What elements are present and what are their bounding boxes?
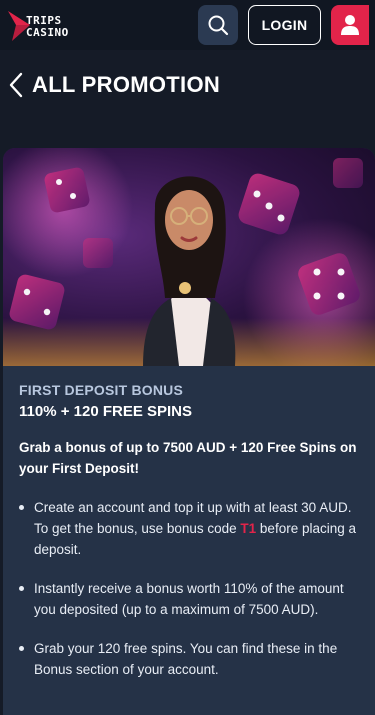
promotion-steps: Create an account and top it up with at … [19, 497, 359, 680]
top-header: TRIPS CASINO LOGIN [0, 0, 375, 50]
logo-text-line-2: CASINO [26, 26, 69, 39]
user-icon [341, 15, 359, 35]
promotion-lead: Grab a bonus of up to 7500 AUD + 120 Fre… [19, 440, 357, 476]
search-button[interactable] [198, 5, 238, 45]
page-title-bar: ALL PROMOTION [0, 50, 375, 120]
banner-illustration [3, 148, 375, 366]
promotion-category: FIRST DEPOSIT BONUS [19, 382, 184, 398]
promotion-title: 110% + 120 FREE SPINS [19, 403, 193, 420]
user-button[interactable] [331, 5, 369, 45]
character-illustration [143, 176, 236, 366]
promotion-banner-image [3, 148, 375, 366]
promotion-step: Instantly receive a bonus worth 110% of … [19, 578, 359, 620]
bonus-code: T1 [240, 521, 257, 536]
login-button[interactable]: LOGIN [248, 5, 321, 45]
logo-text: TRIPS CASINO [26, 15, 69, 39]
promotion-step-text: Instantly receive a bonus worth 110% of … [34, 581, 344, 617]
promotion-step-text: Grab your 120 free spins. You can find t… [34, 641, 338, 677]
search-icon [208, 15, 229, 36]
promotion-card: FIRST DEPOSIT BONUS 110% + 120 FREE SPIN… [3, 148, 375, 715]
promotion-step: Grab your 120 free spins. You can find t… [19, 638, 359, 680]
promotion-details: FIRST DEPOSIT BONUS 110% + 120 FREE SPIN… [3, 366, 375, 680]
page-title: ALL PROMOTION [32, 72, 221, 97]
header-actions: LOGIN [198, 5, 369, 45]
back-button[interactable] [4, 70, 28, 100]
trips-casino-logo[interactable]: TRIPS CASINO [6, 5, 106, 45]
chevron-left-icon [9, 72, 23, 98]
promotion-step: Create an account and top it up with at … [19, 497, 359, 560]
